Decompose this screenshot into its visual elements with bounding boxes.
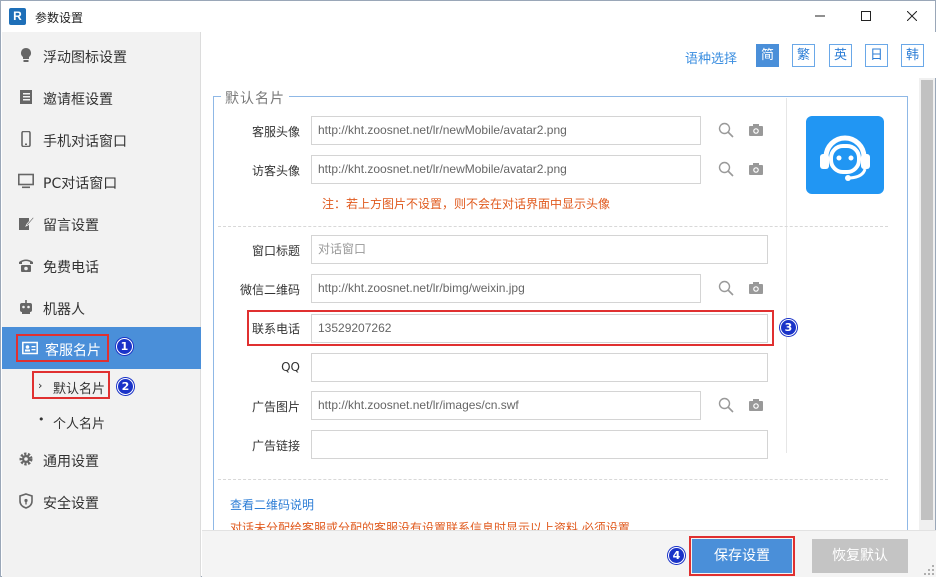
sidebar-item-invite-box[interactable]: 邀请框设置 (2, 76, 201, 118)
field-label: 广告链接 (251, 439, 300, 453)
maximize-button[interactable] (843, 1, 889, 31)
step-badge: 4 (668, 547, 685, 564)
sidebar-item-robot[interactable]: 机器人 (2, 286, 201, 328)
sidebar-item-floating-icon[interactable]: 浮动图标设置 (2, 34, 201, 76)
language-bar: 语种选择 简 繁 英 日 韩 (202, 32, 936, 78)
sidebar-item-message[interactable]: 留言设置 (2, 202, 201, 244)
bullet-icon: • (38, 413, 45, 426)
close-button[interactable] (889, 1, 935, 31)
ad-link-input[interactable] (311, 430, 768, 459)
highlight-box (32, 371, 110, 399)
shield-icon (19, 493, 33, 509)
gear-icon (19, 452, 33, 466)
lang-simplified-button[interactable]: 简 (756, 44, 779, 67)
scrollbar-thumb[interactable] (921, 80, 933, 520)
window-title-input[interactable]: 对话窗口 (311, 235, 768, 264)
field-label: 广告图片 (251, 400, 300, 414)
headset-agent-icon (820, 135, 870, 181)
field-label: 窗口标题 (251, 244, 300, 258)
divider (218, 226, 888, 227)
highlight-box (689, 536, 795, 576)
sidebar-item-label: 通用设置 (43, 454, 99, 470)
sidebar-item-label: 安全设置 (43, 496, 99, 512)
sidebar-item-general[interactable]: 通用设置 (2, 438, 201, 480)
group-legend: 默认名片 (221, 88, 289, 108)
minimize-icon (815, 15, 825, 17)
camera-icon[interactable] (748, 397, 764, 413)
sidebar-item-label: 免费电话 (43, 260, 99, 276)
step-badge: 3 (780, 319, 797, 336)
highlight-box (16, 334, 109, 362)
language-label: 语种选择 (685, 52, 738, 67)
title-bar: R 参数设置 (1, 1, 935, 32)
sidebar-item-label: 浮动图标设置 (43, 50, 127, 66)
lang-japanese-button[interactable]: 日 (865, 44, 888, 67)
divider (786, 98, 787, 453)
ad-image-input[interactable]: http://kht.zoosnet.net/lr/images/cn.swf (311, 391, 701, 420)
qr-help-link[interactable]: 查看二维码说明 (230, 496, 314, 513)
agent-avatar-input[interactable]: http://kht.zoosnet.net/lr/newMobile/avat… (311, 116, 701, 145)
sidebar-item-mobile-window[interactable]: 手机对话窗口 (2, 118, 201, 160)
settings-window: R 参数设置 浮动图标设置 邀请框设置 手机对话窗口 PC对话窗口 留言设置 免… (0, 0, 936, 577)
robot-icon (20, 300, 32, 314)
sidebar-item-label: 手机对话窗口 (43, 134, 127, 150)
lang-korean-button[interactable]: 韩 (901, 44, 924, 67)
camera-icon[interactable] (748, 122, 764, 138)
footer-bar: 4 保存设置 恢复默认 (202, 530, 936, 577)
camera-icon[interactable] (748, 280, 764, 296)
qq-input[interactable] (311, 353, 768, 382)
sidebar-item-label: 机器人 (43, 302, 85, 318)
lightbulb-icon (21, 48, 31, 62)
subitem-personal-card[interactable]: • 个人名片 (2, 404, 201, 438)
mobile-phone-icon (21, 131, 31, 147)
app-logo-icon: R (9, 8, 26, 25)
edit-note-icon (19, 216, 34, 230)
search-icon[interactable] (718, 122, 734, 138)
visitor-avatar-input[interactable]: http://kht.zoosnet.net/lr/newMobile/avat… (311, 155, 701, 184)
window-title: 参数设置 (35, 11, 84, 25)
subitem-label: 个人名片 (53, 417, 106, 432)
field-label: 访客头像 (251, 164, 300, 178)
wechat-qr-input[interactable]: http://kht.zoosnet.net/lr/bimg/weixin.jp… (311, 274, 701, 303)
field-label: 微信二维码 (239, 283, 300, 297)
field-label: 客服头像 (251, 125, 300, 139)
close-icon (907, 11, 917, 21)
step-badge: 2 (117, 378, 134, 395)
search-icon[interactable] (718, 280, 734, 296)
telephone-icon (19, 259, 33, 272)
sidebar-item-label: PC对话窗口 (43, 176, 118, 192)
sidebar-item-label: 留言设置 (43, 218, 99, 234)
sidebar-item-label: 邀请框设置 (43, 92, 113, 108)
monitor-icon (18, 173, 34, 189)
form-content: 默认名片 客服头像 http://kht.zoosnet.net/lr/newM… (202, 78, 919, 530)
document-icon (20, 90, 32, 104)
step-badge: 1 (116, 338, 133, 355)
lang-english-button[interactable]: 英 (829, 44, 852, 67)
divider (218, 479, 888, 480)
search-icon[interactable] (718, 397, 734, 413)
field-label: QQ (281, 360, 300, 374)
sidebar-item-security[interactable]: 安全设置 (2, 480, 201, 522)
lang-traditional-button[interactable]: 繁 (792, 44, 815, 67)
avatar-note: 注：若上方图片不设置，则不会在对话界面中显示头像 (322, 197, 611, 211)
search-icon[interactable] (718, 161, 734, 177)
highlight-box (247, 310, 774, 346)
reset-default-button[interactable]: 恢复默认 (812, 539, 908, 573)
avatar-preview (806, 116, 884, 194)
minimize-button[interactable] (797, 1, 843, 31)
sidebar-item-free-phone[interactable]: 免费电话 (2, 244, 201, 286)
sidebar-item-pc-window[interactable]: PC对话窗口 (2, 160, 201, 202)
maximize-icon (861, 11, 871, 21)
camera-icon[interactable] (748, 161, 764, 177)
sidebar: 浮动图标设置 邀请框设置 手机对话窗口 PC对话窗口 留言设置 免费电话 机器人 (2, 32, 201, 577)
warning-text: 对话未分配给客服或分配的客服没有设置联系信息时显示以上资料,必须设置 (230, 521, 630, 530)
resize-grip-icon[interactable] (923, 564, 935, 576)
